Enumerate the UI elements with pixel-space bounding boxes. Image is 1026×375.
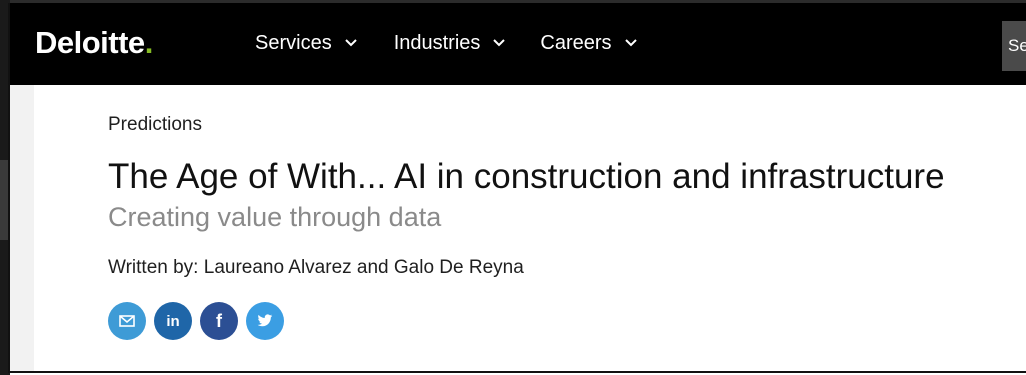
browser-content-frame: Deloitte. Services Industries Careers Se… — [8, 3, 1026, 373]
deloitte-logo[interactable]: Deloitte. — [35, 23, 153, 63]
nav-services-label: Services — [255, 32, 332, 54]
search-button[interactable]: Se — [1002, 21, 1026, 71]
page-subtitle: Creating value through data — [108, 202, 442, 232]
logo-dot: . — [144, 25, 154, 60]
share-email-button[interactable] — [108, 302, 146, 340]
chevron-down-icon — [344, 39, 357, 47]
facebook-icon: f — [216, 310, 222, 331]
share-twitter-button[interactable] — [246, 302, 284, 340]
main-nav: Services Industries Careers — [255, 29, 638, 57]
share-linkedin-button[interactable]: in — [154, 302, 192, 340]
left-rail — [10, 85, 34, 371]
logo-text: Deloitte — [35, 25, 145, 60]
byline-authors: Laureano Alvarez and Galo De Reyna — [203, 257, 524, 278]
nav-services[interactable]: Services — [255, 29, 358, 57]
nav-industries-label: Industries — [393, 32, 481, 54]
social-share-bar: in f — [108, 302, 284, 340]
share-facebook-button[interactable]: f — [200, 302, 238, 340]
linkedin-icon: in — [166, 312, 180, 330]
article-category[interactable]: Predictions — [108, 113, 202, 137]
byline-prefix: Written by: — [108, 257, 199, 278]
page-title: The Age of With... AI in construction an… — [108, 157, 945, 196]
site-header: Deloitte. Services Industries Careers Se — [10, 3, 1026, 85]
envelope-icon — [119, 315, 135, 327]
nav-careers-label: Careers — [540, 32, 612, 54]
chevron-down-icon — [493, 39, 506, 47]
twitter-icon — [257, 314, 273, 327]
nav-industries[interactable]: Industries — [394, 29, 507, 57]
nav-careers[interactable]: Careers — [540, 29, 637, 57]
byline: Written by: Laureano Alvarez and Galo De… — [108, 256, 524, 280]
chevron-down-icon — [624, 39, 637, 47]
